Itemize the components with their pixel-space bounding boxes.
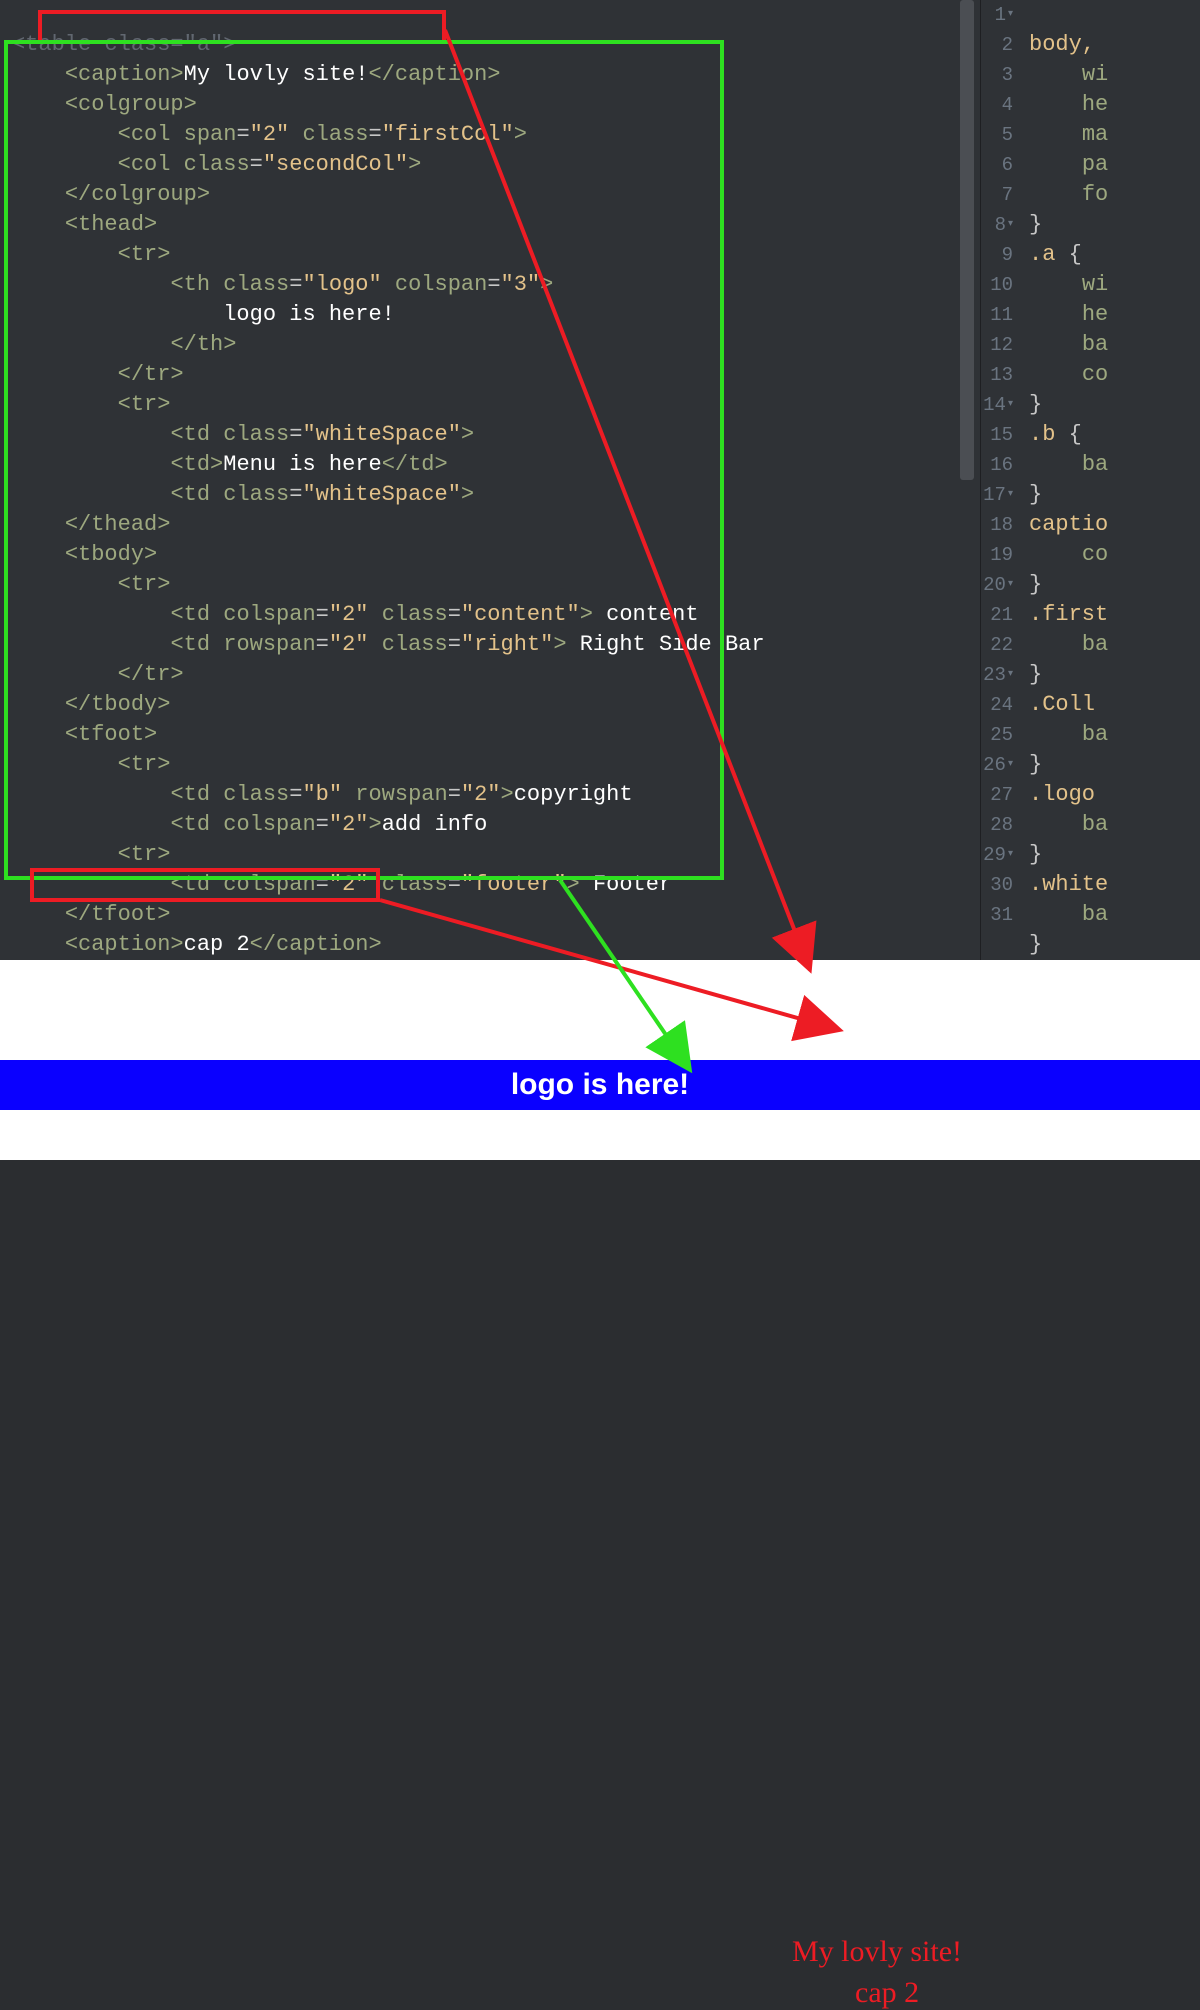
html-code-block[interactable]: <table class="a"> <caption>My lovly site… <box>0 0 980 960</box>
line-number: 28 <box>981 810 1013 840</box>
output-spacer <box>0 1110 1200 1159</box>
code-tag: <caption> <box>65 62 184 87</box>
code-text: My lovly site! <box>184 62 369 87</box>
line-number: 22 <box>981 630 1013 660</box>
line-number: 7 <box>981 180 1013 210</box>
line-number: 6 <box>981 150 1013 180</box>
line-number: 2 <box>981 30 1013 60</box>
line-number: 3 <box>981 60 1013 90</box>
fold-icon[interactable]: ▾ <box>1008 390 1013 420</box>
line-number: 4 <box>981 90 1013 120</box>
fold-icon[interactable]: ▾ <box>1008 0 1013 30</box>
fold-icon[interactable]: ▾ <box>1008 750 1013 780</box>
editor-area: <table class="a"> <caption>My lovly site… <box>0 0 1200 960</box>
line-gutter: 1▾ 2 3 4 5 6 7 8▾ 9 10 11 12 13 14▾ 15 1… <box>981 0 1019 930</box>
scrollbar-vertical[interactable] <box>960 0 974 480</box>
line-number: 24 <box>981 690 1013 720</box>
line-number: 21 <box>981 600 1013 630</box>
line-number: 31 <box>981 900 1013 930</box>
code-tag: <col <box>118 122 184 147</box>
line-number: 11 <box>981 300 1013 330</box>
fold-icon[interactable]: ▾ <box>1008 840 1013 870</box>
code-value: "2" <box>250 122 290 147</box>
fold-icon[interactable]: ▾ <box>1008 570 1013 600</box>
fold-icon[interactable]: ▾ <box>1008 210 1013 240</box>
line-number: 9 <box>981 240 1013 270</box>
line-number: 17▾ <box>981 480 1013 510</box>
code-tag: <colgroup> <box>65 92 197 117</box>
code-attr: span <box>184 122 237 147</box>
fold-icon[interactable]: ▾ <box>1008 480 1013 510</box>
line-number: 18 <box>981 510 1013 540</box>
line-number: 13 <box>981 360 1013 390</box>
line-number: 16 <box>981 450 1013 480</box>
line-number: 12 <box>981 330 1013 360</box>
fold-icon[interactable]: ▾ <box>1008 660 1013 690</box>
output-logo-bar: logo is here! <box>0 1060 1200 1110</box>
output-caption-2: cap 2 <box>855 1976 919 2010</box>
line-number: 19 <box>981 540 1013 570</box>
line-number: 29▾ <box>981 840 1013 870</box>
code-line: <table class="a"> <box>12 32 236 57</box>
line-number: 8▾ <box>981 210 1013 240</box>
line-number: 26▾ <box>981 750 1013 780</box>
output-caption-1: My lovly site! <box>792 1935 962 1969</box>
code-attr: class <box>302 122 368 147</box>
line-number: 10 <box>981 270 1013 300</box>
line-number: 15 <box>981 420 1013 450</box>
line-number: 30 <box>981 870 1013 900</box>
line-number: 20▾ <box>981 570 1013 600</box>
html-editor-pane[interactable]: <table class="a"> <caption>My lovly site… <box>0 0 980 960</box>
css-selector: body, <box>1029 32 1095 57</box>
code-punct: = <box>236 122 249 147</box>
line-number: 14▾ <box>981 390 1013 420</box>
line-number: 25 <box>981 720 1013 750</box>
line-number: 5 <box>981 120 1013 150</box>
css-editor-pane[interactable]: 1▾ 2 3 4 5 6 7 8▾ 9 10 11 12 13 14▾ 15 1… <box>980 0 1200 960</box>
line-number: 27 <box>981 780 1013 810</box>
code-tag: </caption> <box>368 62 500 87</box>
css-code-block[interactable]: body, wi he ma pa fo } .a { wi he ba co … <box>1029 0 1108 960</box>
line-number: 23▾ <box>981 660 1013 690</box>
line-number: 1▾ <box>981 0 1013 30</box>
